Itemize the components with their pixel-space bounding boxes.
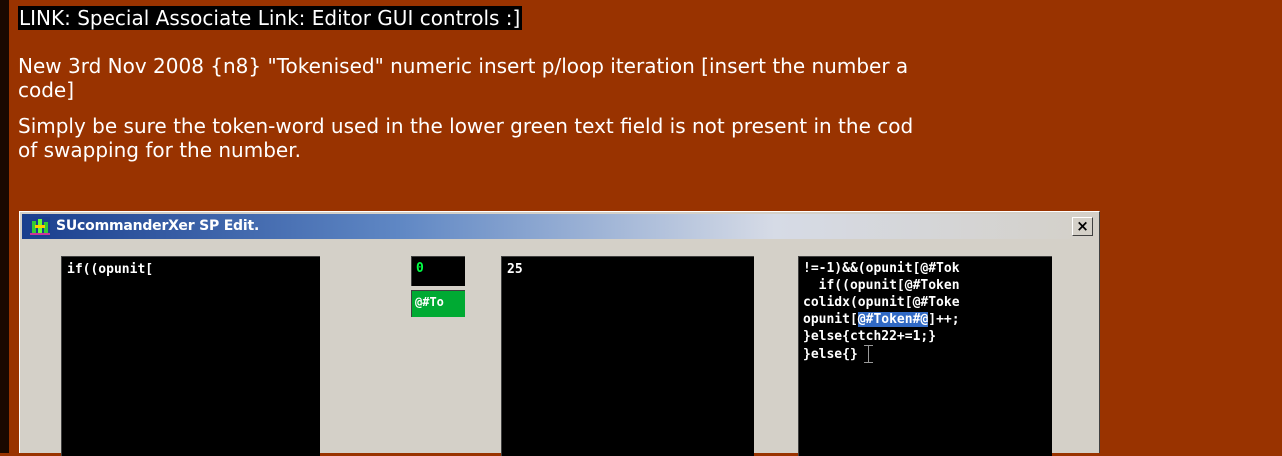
announcement-line-1: New 3rd Nov 2008 {n8} "Tokenised" numeri… — [18, 54, 909, 78]
selected-token: @#Token#@ — [857, 312, 929, 327]
announcement-line-2: code] — [18, 78, 75, 102]
code-line-1: !=-1)&&(opunit[@#Tok — [803, 261, 960, 276]
close-button[interactable]: × — [1072, 217, 1093, 236]
instruction-line-1: Simply be sure the token-word used in th… — [18, 114, 914, 138]
code-line-3: colidx(opunit[@#Toke — [803, 295, 960, 310]
special-associate-link[interactable]: LINK: Special Associate Link: Editor GUI… — [18, 6, 523, 30]
token-word-field[interactable]: @#To — [411, 290, 465, 317]
code-line-4-prefix: opunit[ — [803, 312, 858, 327]
prefix-code-field[interactable]: if((opunit[ — [61, 256, 320, 456]
editor-window: SUcommanderXer SP Edit. × if((opunit[ 0 … — [19, 211, 1100, 456]
window-title: SUcommanderXer SP Edit. — [56, 218, 260, 234]
sucommander-app-icon — [30, 217, 50, 237]
code-line-6: }else{} — [803, 347, 858, 362]
left-border-rule — [0, 0, 9, 453]
text-cursor-icon — [863, 345, 873, 363]
code-line-4-suffix: ]++; — [928, 312, 960, 327]
start-number-field[interactable]: 0 — [411, 256, 465, 286]
code-line-5: }else{ctch22+=1;} — [803, 329, 937, 344]
instruction-line-2: of swapping for the number. — [18, 138, 301, 162]
iteration-count-field[interactable]: 25 — [501, 256, 754, 456]
window-title-bar[interactable]: SUcommanderXer SP Edit. × — [22, 214, 1097, 239]
code-line-2: if((opunit[@#Token — [803, 278, 960, 293]
code-editor-field[interactable]: !=-1)&&(opunit[@#Tok if((opunit[@#Token … — [798, 256, 1052, 456]
